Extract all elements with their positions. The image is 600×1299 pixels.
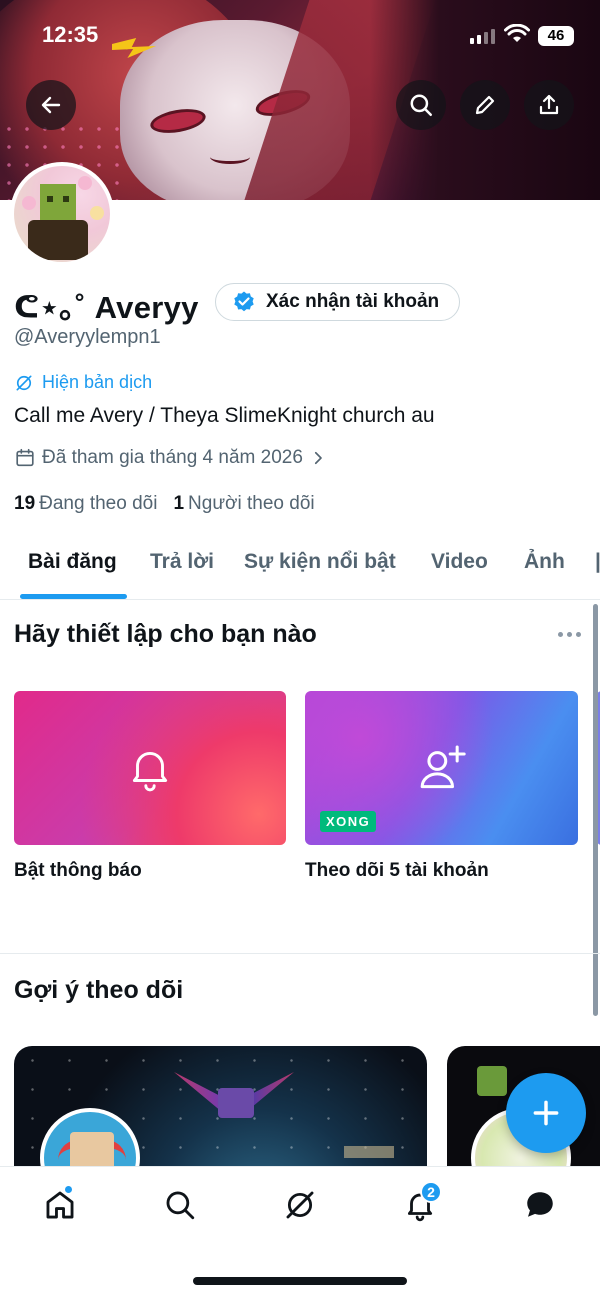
followers-label: Người theo dõi <box>188 493 315 514</box>
suggestions-title: Gợi ý theo dõi <box>14 976 184 1004</box>
show-translation-link[interactable]: Hiện bản dịch <box>14 372 152 393</box>
nav-notifications[interactable]: 2 <box>400 1181 442 1225</box>
followers-link[interactable]: 1 Người theo dõi <box>173 493 314 515</box>
profile-name-row: ᕦ⋆｡˚ Averyy <box>14 282 199 327</box>
messages-icon <box>527 1192 553 1217</box>
search-icon <box>410 94 432 116</box>
share-button[interactable] <box>524 80 574 130</box>
verify-account-label: Xác nhận tài khoản <box>266 291 440 312</box>
nav-messages[interactable] <box>520 1185 560 1225</box>
following-link[interactable]: 19 Đang theo dõi <box>14 493 157 515</box>
pencil-icon <box>475 95 495 115</box>
bottom-navigation: 2 <box>0 1166 600 1299</box>
notifications-badge: 2 <box>420 1181 442 1203</box>
share-icon <box>539 94 559 115</box>
wifi-icon <box>504 24 530 42</box>
arrow-left-icon <box>41 96 61 114</box>
section-divider <box>0 953 600 954</box>
edit-button[interactable] <box>460 80 510 130</box>
battery-indicator: 46 <box>538 26 574 46</box>
following-count: 19 <box>14 493 36 514</box>
translate-icon <box>16 375 32 390</box>
plus-icon <box>533 1100 559 1126</box>
active-tab-indicator <box>20 594 127 599</box>
enable-notifications-card[interactable] <box>14 691 286 845</box>
tab-posts[interactable]: Bài đăng <box>28 550 117 574</box>
tab-replies[interactable]: Trả lời <box>150 550 214 574</box>
chevron-right-icon <box>314 451 322 465</box>
user-handle: @Averyylempn1 <box>14 326 161 348</box>
home-icon <box>46 1191 74 1219</box>
back-button[interactable] <box>26 80 76 130</box>
followers-count: 1 <box>173 493 185 514</box>
tab-photos[interactable]: Ảnh <box>524 550 565 574</box>
following-label: Đang theo dõi <box>39 493 158 514</box>
joined-date[interactable]: Đã tham gia tháng 4 năm 2026 <box>14 447 327 469</box>
search-button[interactable] <box>396 80 446 130</box>
profile-bio: Call me Avery / Theya SlimeKnight church… <box>14 404 435 427</box>
compose-post-button[interactable] <box>506 1073 586 1153</box>
nav-search[interactable] <box>160 1185 200 1225</box>
setup-section-title: Hãy thiết lập cho bạn nào <box>14 620 317 648</box>
tab-highlights[interactable]: Sự kiện nổi bật <box>244 550 396 574</box>
follow-stats: 19 Đang theo dõi 1 Người theo dõi <box>14 493 315 515</box>
verified-badge-icon <box>234 291 254 312</box>
status-time: 12:35 <box>42 22 99 47</box>
joined-date-label: Đã tham gia tháng 4 năm 2026 <box>42 447 303 468</box>
verify-account-button[interactable]: Xác nhận tài khoản <box>215 283 461 321</box>
tab-overflow: | <box>595 550 600 573</box>
tab-video[interactable]: Video <box>431 550 488 574</box>
enable-notifications-label: Bật thông báo <box>14 860 142 881</box>
more-options-icon[interactable] <box>558 632 581 637</box>
show-translation-label: Hiện bản dịch <box>42 372 153 392</box>
follow-accounts-label: Theo dõi 5 tài khoản <box>305 860 489 881</box>
suggested-account-card[interactable] <box>14 1046 427 1186</box>
profile-tabs: Bài đăng Trả lời Sự kiện nổi bật Video Ả… <box>0 534 600 600</box>
bell-icon <box>132 751 168 792</box>
add-user-icon <box>420 745 466 789</box>
home-unread-dot <box>64 1185 73 1194</box>
done-badge: XONG <box>320 811 377 832</box>
display-name: ᕦ⋆｡˚ Averyy <box>14 290 199 325</box>
scrollbar[interactable] <box>593 604 598 1016</box>
status-bar: 12:35 46 <box>0 0 600 70</box>
cellular-signal-icon <box>470 28 495 44</box>
home-indicator <box>193 1277 407 1285</box>
grok-icon <box>286 1191 314 1219</box>
profile-avatar[interactable] <box>10 162 114 266</box>
calendar-icon <box>16 448 34 467</box>
search-icon <box>166 1191 195 1220</box>
nav-grok[interactable] <box>280 1185 320 1225</box>
follow-accounts-card[interactable]: XONG <box>305 691 578 845</box>
nav-home[interactable] <box>40 1185 80 1225</box>
